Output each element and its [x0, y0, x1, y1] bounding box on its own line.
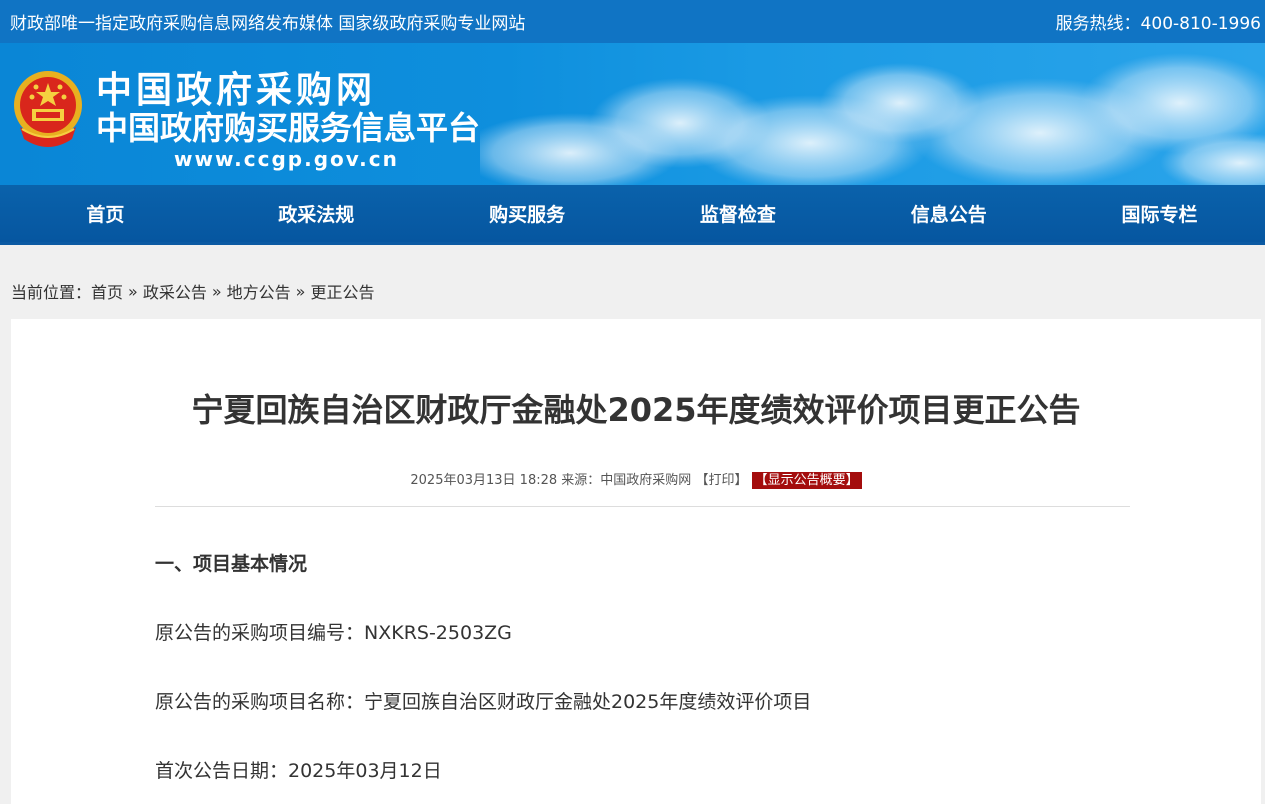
logo-title: 中国政府采购网	[96, 70, 377, 111]
top-info-bar: 财政部唯一指定政府采购信息网络发布媒体 国家级政府采购专业网站 服务热线：400…	[0, 0, 1265, 43]
breadcrumb-separator: »	[128, 281, 138, 301]
nav-item-regulations[interactable]: 政采法规	[211, 185, 422, 242]
nav-item-announcements[interactable]: 信息公告	[843, 185, 1054, 242]
national-emblem-icon	[14, 71, 82, 147]
site-banner: 中国政府采购网 中国政府购买服务信息平台 www.ccgp.gov.cn	[0, 43, 1265, 185]
breadcrumb-prefix: 当前位置：	[11, 283, 92, 302]
service-hotline: 服务热线：400-810-1996	[1055, 14, 1261, 34]
article-panel: 宁夏回族自治区财政厅金融处2025年度绩效评价项目更正公告 2025年03月13…	[11, 319, 1261, 804]
breadcrumb-announcements[interactable]: 政采公告	[143, 279, 207, 303]
source-label: 来源：	[561, 473, 601, 488]
publish-datetime: 2025年03月13日 18:28	[410, 473, 558, 488]
nav-item-purchase-services[interactable]: 购买服务	[422, 185, 633, 242]
breadcrumb-local[interactable]: 地方公告	[227, 279, 291, 303]
main-nav: 首页 政采法规 购买服务 监督检查 信息公告 国际专栏	[0, 185, 1265, 245]
print-link[interactable]: 【打印】	[695, 473, 747, 488]
breadcrumb-correction[interactable]: 更正公告	[310, 279, 374, 303]
source-name: 中国政府采购网	[600, 473, 692, 488]
logo-url: www.ccgp.gov.cn	[174, 147, 399, 171]
nav-item-international[interactable]: 国际专栏	[1054, 185, 1265, 242]
nav-item-supervision[interactable]: 监督检查	[632, 185, 843, 242]
article-meta: 2025年03月13日 18:28 来源：中国政府采购网 【打印】 【显示公告概…	[11, 469, 1261, 489]
breadcrumb: 当前位置： 首页 » 政采公告 » 地方公告 » 更正公告	[0, 245, 1265, 319]
show-summary-button[interactable]: 【显示公告概要】	[751, 472, 862, 489]
logo-subtitle: 中国政府购买服务信息平台	[96, 109, 481, 147]
first-announce-date: 首次公告日期：2025年03月12日	[155, 760, 442, 782]
cloud-background	[480, 53, 1265, 185]
nav-item-home[interactable]: 首页	[0, 185, 211, 242]
breadcrumb-home[interactable]: 首页	[91, 279, 123, 303]
project-number: 原公告的采购项目编号：NXKRS-2503ZG	[155, 622, 512, 644]
article-title: 宁夏回族自治区财政厅金融处2025年度绩效评价项目更正公告	[191, 391, 1081, 429]
section-heading: 一、项目基本情况	[155, 553, 308, 575]
breadcrumb-separator: »	[211, 281, 222, 301]
breadcrumb-separator: »	[295, 281, 306, 301]
project-name: 原公告的采购项目名称：宁夏回族自治区财政厅金融处2025年度绩效评价项目	[155, 691, 812, 713]
divider	[155, 506, 1130, 507]
top-slogan: 财政部唯一指定政府采购信息网络发布媒体 国家级政府采购专业网站	[10, 14, 526, 34]
